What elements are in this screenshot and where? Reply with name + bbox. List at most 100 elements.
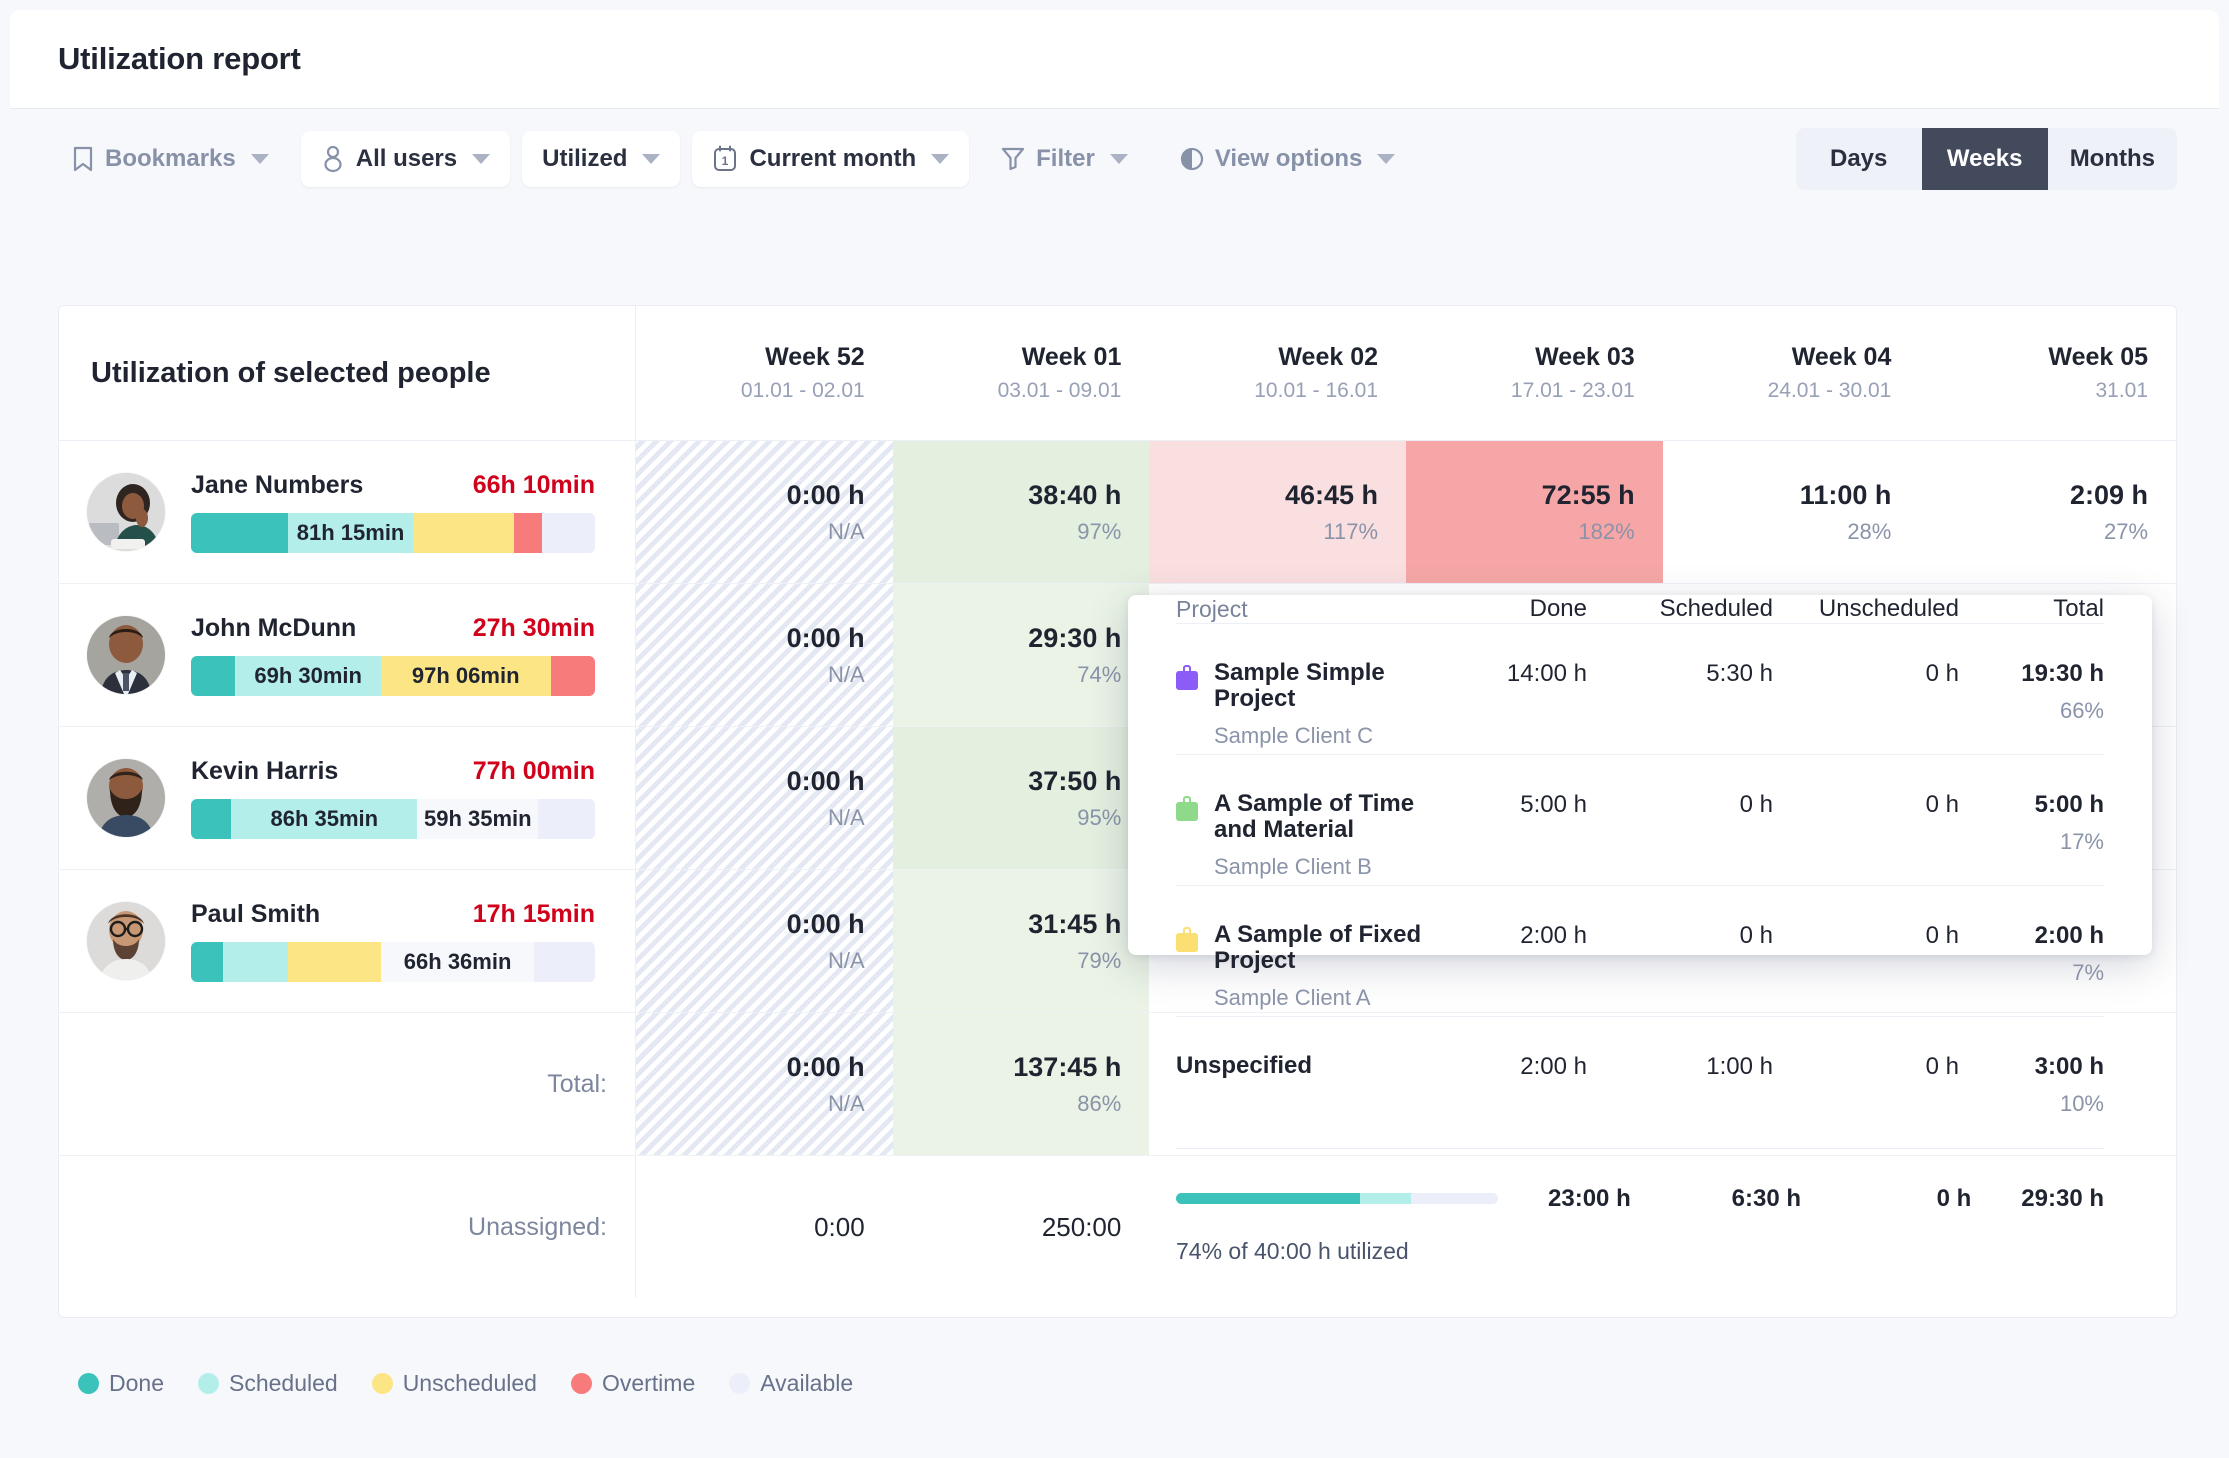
week-header[interactable]: Week 04 24.01 - 30.01 — [1663, 306, 1920, 440]
bar-segment-available[interactable] — [534, 942, 595, 982]
week-dates: 01.01 - 02.01 — [741, 379, 865, 403]
tab-days[interactable]: Days — [1796, 128, 1922, 190]
week-header[interactable]: Week 03 17.01 - 23.01 — [1406, 306, 1663, 440]
bar-segment-scheduled[interactable] — [223, 942, 288, 982]
week-cell[interactable]: 11:00 h28% — [1663, 441, 1920, 583]
week-header[interactable]: Week 52 01.01 - 02.01 — [636, 306, 893, 440]
project-total: 2:00 h — [2035, 922, 2104, 950]
week-cell-percent: 182% — [1578, 519, 1634, 545]
view-options-dropdown[interactable]: View options — [1160, 131, 1416, 187]
popover-project-row[interactable]: A Sample of Fixed ProjectSample Client A… — [1176, 886, 2104, 1017]
project-client: Sample Client A — [1214, 985, 1442, 1011]
week-cell-value: 0:00 h — [787, 909, 865, 940]
tab-months[interactable]: Months — [2048, 128, 2177, 190]
footer-done: 23:00 h — [1498, 1185, 1631, 1213]
popover-project-row[interactable]: Unspecified2:00 h1:00 h0 h3:00 h10% — [1176, 1017, 2104, 1148]
week-header[interactable]: Week 01 03.01 - 09.01 — [893, 306, 1150, 440]
week-cell-percent: 28% — [1847, 519, 1891, 545]
bookmarks-dropdown[interactable]: Bookmarks — [52, 131, 289, 187]
bar-segment-unscheduled[interactable] — [288, 942, 381, 982]
project-name: A Sample of Time and Material — [1214, 791, 1442, 844]
week-cell-percent: N/A — [828, 805, 865, 831]
unassigned-cell[interactable]: 0:00 — [636, 1156, 893, 1298]
person-name[interactable]: Paul Smith — [191, 900, 320, 929]
week-cell[interactable]: 38:40 h97% — [893, 441, 1150, 583]
week-cell-percent: 27% — [2104, 519, 2148, 545]
week-cell-percent: 97% — [1077, 519, 1121, 545]
project-total-cell: 3:00 h10% — [1959, 1053, 2104, 1117]
week-cell[interactable]: 46:45 h117% — [1149, 441, 1406, 583]
project-briefcase-icon — [1176, 927, 1198, 952]
bar-segment-scheduled[interactable]: 86h 35min — [231, 799, 417, 839]
legend-dot-icon — [372, 1373, 393, 1394]
table-title-cell: Utilization of selected people — [59, 306, 636, 440]
week-cell-percent: N/A — [828, 519, 865, 545]
week-name: Week 04 — [1792, 343, 1892, 372]
week-cell[interactable]: 31:45 h79% — [893, 870, 1150, 1012]
project-done: 2:00 h — [1442, 1053, 1587, 1081]
bar-segment-available[interactable] — [542, 513, 595, 553]
totals-week-cell[interactable]: 137:45 h86% — [893, 1013, 1150, 1155]
popover-project-row[interactable]: Sample Simple ProjectSample Client C14:0… — [1176, 624, 2104, 755]
week-header[interactable]: Week 02 10.01 - 16.01 — [1149, 306, 1406, 440]
legend-item: Scheduled — [198, 1370, 338, 1397]
bar-segment-available[interactable] — [538, 799, 595, 839]
bar-segment-unscheduled[interactable] — [413, 513, 514, 553]
week-cell[interactable]: 0:00 h N/A — [636, 727, 893, 869]
utilization-report-page: Utilization report Bookmarks All users U… — [0, 0, 2229, 1458]
bar-segment-scheduled[interactable]: 81h 15min — [288, 513, 413, 553]
person-name[interactable]: Kevin Harris — [191, 757, 338, 786]
bar-segment-available-labeled[interactable]: 66h 36min — [381, 942, 535, 982]
person-overtime: 17h 15min — [473, 900, 595, 929]
period-dropdown[interactable]: 1 Current month — [692, 131, 969, 187]
week-header[interactable]: Week 05 31.01 — [1919, 306, 2176, 440]
week-cell-value: 31:45 h — [1028, 909, 1121, 940]
project-scheduled: 0 h — [1587, 791, 1773, 819]
utilization-bar: 81h 15min — [191, 513, 595, 553]
week-cell[interactable]: 2:09 h27% — [1919, 441, 2176, 583]
project-briefcase-icon — [1176, 665, 1198, 690]
filter-dropdown[interactable]: Filter — [981, 131, 1148, 187]
bar-segment-overtime[interactable] — [551, 656, 595, 696]
chevron-down-icon — [931, 154, 949, 164]
view-options-label: View options — [1215, 145, 1363, 173]
tab-weeks[interactable]: Weeks — [1922, 128, 2048, 190]
bar-segment-scheduled[interactable]: 69h 30min — [235, 656, 380, 696]
week-cell[interactable]: 0:00 hN/A — [636, 441, 893, 583]
totals-percent: N/A — [828, 1091, 865, 1117]
person-info: Kevin Harris 77h 00min 86h 35min59h 35min — [191, 757, 595, 839]
person-overtime: 77h 00min — [473, 757, 595, 786]
popover-project-row[interactable]: A Sample of Time and MaterialSample Clie… — [1176, 755, 2104, 886]
popover-footer-row: 74% of 40:00 h utilized 23:00 h 6:30 h 0… — [1176, 1148, 2104, 1265]
week-cell-value: 0:00 h — [787, 766, 865, 797]
week-cell[interactable]: 0:00 hN/A — [636, 870, 893, 1012]
bar-segment-done[interactable] — [191, 513, 288, 553]
bar-segment-overtime[interactable] — [514, 513, 542, 553]
bar-segment-done[interactable] — [191, 942, 223, 982]
totals-week-cell[interactable]: 0:00 hN/A — [636, 1013, 893, 1155]
legend-item: Unscheduled — [372, 1370, 537, 1397]
week-cell[interactable]: 72:55 h182% — [1406, 441, 1663, 583]
person-name[interactable]: John McDunn — [191, 614, 356, 643]
project-total-cell: 2:00 h7% — [1959, 922, 2104, 986]
project-total-cell: 19:30 h66% — [1959, 660, 2104, 724]
bar-segment-done[interactable] — [191, 799, 231, 839]
users-dropdown[interactable]: All users — [301, 131, 510, 187]
page-title: Utilization report — [58, 41, 301, 77]
project-briefcase-icon — [1176, 796, 1198, 821]
week-cell[interactable]: 29:30 h74% — [893, 584, 1150, 726]
filter-label: Filter — [1036, 145, 1095, 173]
metric-dropdown[interactable]: Utilized — [522, 131, 680, 187]
week-name: Week 05 — [2048, 343, 2148, 372]
person-name[interactable]: Jane Numbers — [191, 471, 363, 500]
bar-segment-unscheduled[interactable]: 97h 06min — [381, 656, 551, 696]
week-cell[interactable]: 0:00 hN/A — [636, 584, 893, 726]
unassigned-cell[interactable]: 250:00 — [893, 1156, 1150, 1298]
week-cell[interactable]: 37:50 h95% — [893, 727, 1150, 869]
legend-label: Scheduled — [229, 1370, 338, 1397]
week-cell-value: 0:00 h — [787, 623, 865, 654]
project-unscheduled: 0 h — [1773, 1053, 1959, 1081]
bar-segment-done[interactable] — [191, 656, 235, 696]
svg-text:1: 1 — [722, 154, 729, 168]
bar-segment-available-labeled[interactable]: 59h 35min — [417, 799, 538, 839]
